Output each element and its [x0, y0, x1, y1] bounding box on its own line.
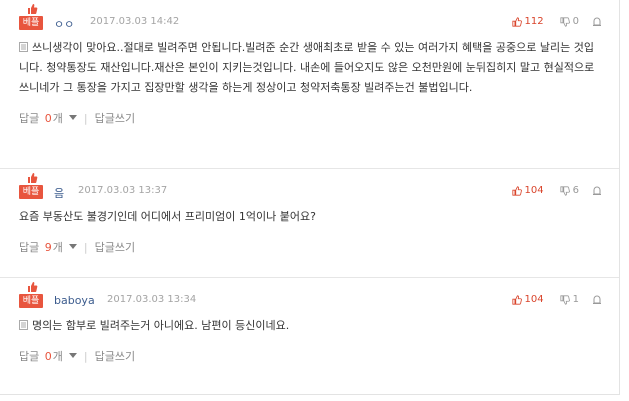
- comment-text: 요즘 부동산도 불경기인데 어디에서 프리미엄이 1억이나 붙어요?: [19, 210, 316, 223]
- reply-toggle[interactable]: 답글 9개: [19, 239, 63, 255]
- vote-group: 104 1: [511, 294, 601, 305]
- reply-toggle[interactable]: 답글 0개: [19, 110, 63, 126]
- chevron-down-icon[interactable]: [68, 353, 77, 359]
- siren-icon[interactable]: [593, 17, 601, 26]
- comment-header: 베플 baboya 2017.03.03 13:34 104 1: [19, 278, 619, 308]
- like-count: 104: [524, 185, 544, 196]
- reply-bar: 답글 0개 | 답글쓰기: [19, 336, 619, 376]
- comment-list: 베플 ㅇㅇ 2017.03.03 14:42 112 0 쓰니생각이 맞아요..…: [0, 0, 620, 395]
- like-button[interactable]: 104: [511, 185, 544, 196]
- write-reply-link[interactable]: 답글쓰기: [95, 348, 135, 364]
- comment-text: 쓰니생각이 맞아요..절대로 빌려주면 안됩니다.빌려준 순간 생애최초로 받을…: [19, 41, 595, 94]
- thumbs-down-icon: [560, 185, 570, 196]
- divider: |: [83, 111, 88, 125]
- reply-bar: 답글 9개 | 답글쓰기: [19, 227, 619, 267]
- thumbs-up-icon: [28, 173, 38, 183]
- siren-icon[interactable]: [593, 186, 601, 195]
- siren-icon[interactable]: [593, 295, 601, 304]
- like-count: 104: [524, 294, 544, 305]
- like-button[interactable]: 112: [511, 16, 544, 27]
- write-reply-link[interactable]: 답글쓰기: [95, 110, 135, 126]
- thumbs-up-icon: [511, 16, 522, 27]
- reply-count: 0: [44, 350, 52, 363]
- reply-label: 답글: [19, 241, 40, 254]
- comment-item: 베플 음 2017.03.03 13:37 104 6 요즘 부동산도 불경기인…: [0, 169, 619, 278]
- dislike-button[interactable]: 1: [560, 294, 579, 305]
- best-badge: 베플: [19, 294, 43, 308]
- chevron-down-icon[interactable]: [68, 115, 77, 121]
- chevron-down-icon[interactable]: [68, 244, 77, 250]
- divider: |: [83, 240, 88, 254]
- reply-bar: 답글 0개 | 답글쓰기: [19, 98, 619, 138]
- like-count: 112: [524, 16, 544, 27]
- dislike-count: 0: [572, 16, 579, 27]
- dislike-count: 1: [572, 294, 579, 305]
- reply-count: 0: [44, 112, 52, 125]
- thumbs-up-icon: [28, 4, 38, 15]
- thumbs-down-icon: [560, 16, 570, 27]
- document-icon: [19, 320, 28, 330]
- author-name[interactable]: ㅇㅇ: [54, 16, 74, 32]
- comment-body: 쓰니생각이 맞아요..절대로 빌려주면 안됩니다.빌려준 순간 생애최초로 받을…: [19, 38, 619, 98]
- comment-body: 요즘 부동산도 불경기인데 어디에서 프리미엄이 1억이나 붙어요?: [19, 207, 619, 227]
- vote-group: 104 6: [511, 185, 601, 196]
- thumbs-up-icon: [511, 294, 522, 305]
- author-name[interactable]: 음: [54, 185, 64, 201]
- comment-body: 명의는 함부로 빌려주는거 아니에요. 남편이 등신이네요.: [19, 316, 619, 336]
- comment-item: 베플 ㅇㅇ 2017.03.03 14:42 112 0 쓰니생각이 맞아요..…: [0, 0, 619, 169]
- reply-count: 9: [44, 241, 52, 254]
- reply-unit: 개: [52, 241, 63, 254]
- reply-unit: 개: [52, 350, 63, 363]
- dislike-button[interactable]: 0: [560, 16, 579, 27]
- best-badge: 베플: [19, 185, 43, 199]
- comment-header: 베플 ㅇㅇ 2017.03.03 14:42 112 0: [19, 0, 619, 32]
- vote-group: 112 0: [511, 16, 601, 27]
- comment-date: 2017.03.03 13:34: [107, 294, 197, 305]
- reply-toggle[interactable]: 답글 0개: [19, 348, 63, 364]
- comment-header: 베플 음 2017.03.03 13:37 104 6: [19, 169, 619, 201]
- write-reply-link[interactable]: 답글쓰기: [95, 239, 135, 255]
- comment-date: 2017.03.03 13:37: [78, 185, 168, 196]
- dislike-count: 6: [572, 185, 579, 196]
- thumbs-down-icon: [560, 294, 570, 305]
- author-name[interactable]: baboya: [54, 294, 95, 307]
- like-button[interactable]: 104: [511, 294, 544, 305]
- comment-text: 명의는 함부로 빌려주는거 아니에요. 남편이 등신이네요.: [32, 319, 290, 332]
- document-icon: [19, 42, 28, 52]
- comment-item: 베플 baboya 2017.03.03 13:34 104 1 명의는 함부로…: [0, 278, 619, 388]
- reply-label: 답글: [19, 112, 40, 125]
- dislike-button[interactable]: 6: [560, 185, 579, 196]
- best-badge: 베플: [19, 16, 43, 30]
- reply-label: 답글: [19, 350, 40, 363]
- reply-unit: 개: [52, 112, 63, 125]
- divider: |: [83, 349, 88, 363]
- thumbs-up-icon: [28, 282, 38, 292]
- comment-date: 2017.03.03 14:42: [90, 16, 180, 27]
- thumbs-up-icon: [511, 185, 522, 196]
